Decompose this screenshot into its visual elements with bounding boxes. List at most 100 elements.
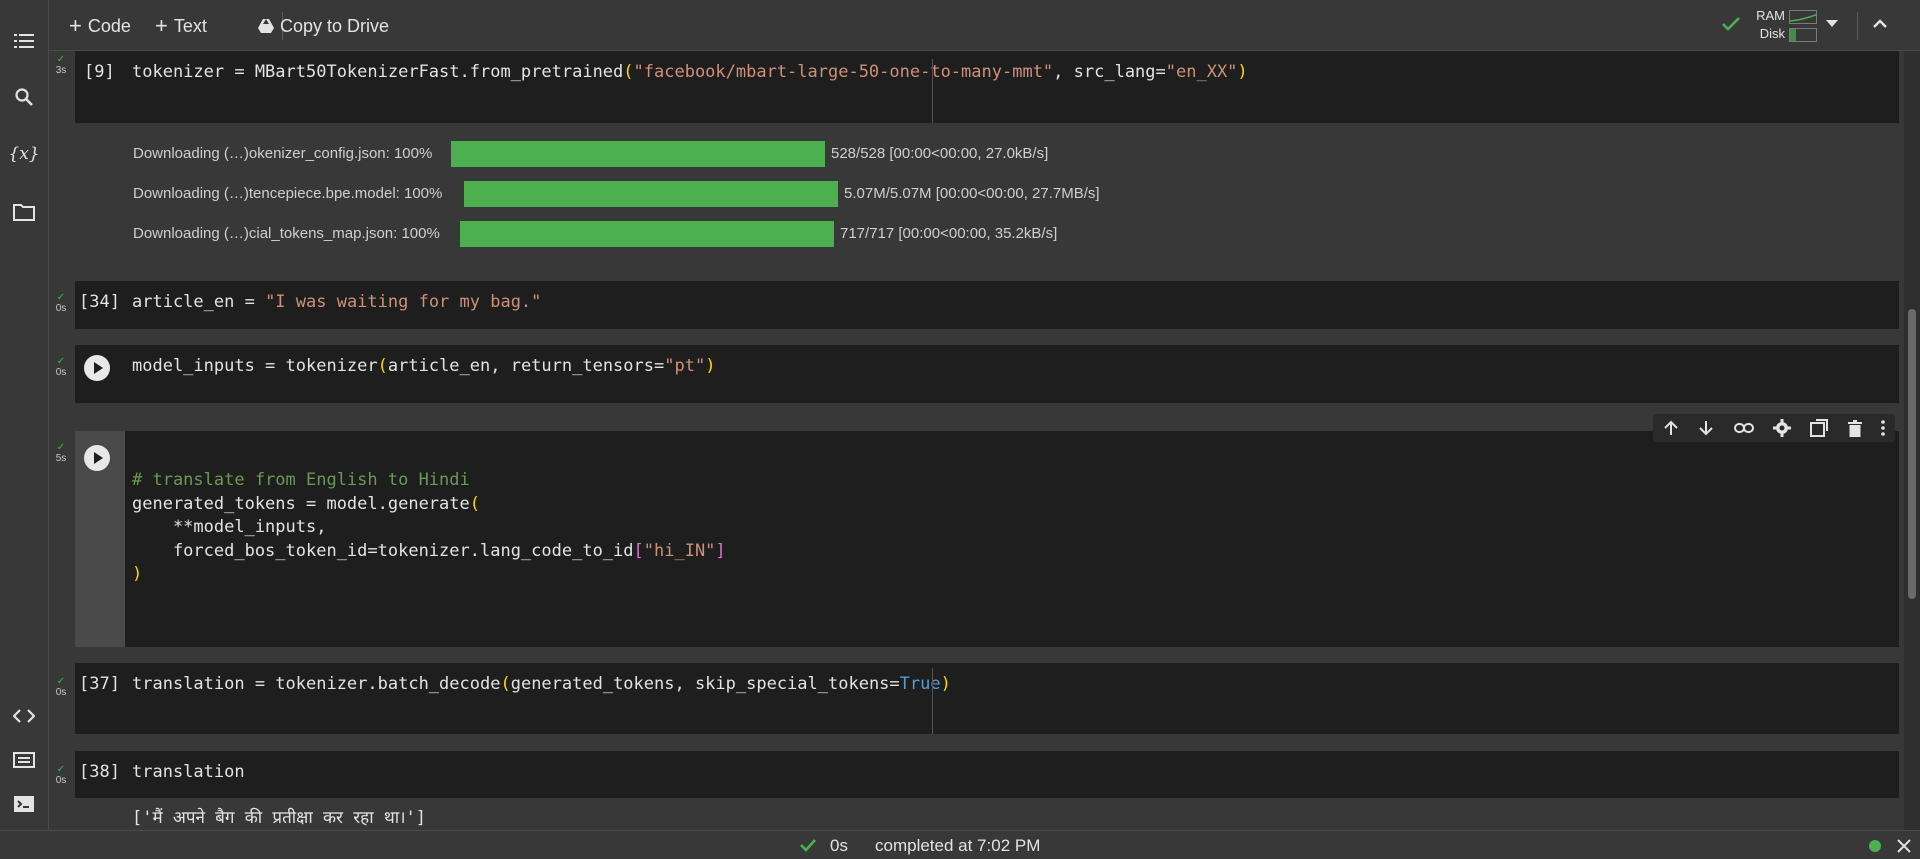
code-text: generated_tokens = model.generate [132,493,470,514]
variables-icon[interactable]: {x} [8,142,39,166]
code-cell[interactable]: [34] article_en = "I was waiting for my … [75,281,1899,329]
settings-gear-icon[interactable] [1772,419,1791,437]
mirror-cell-tab-icon[interactable] [1810,419,1829,437]
download-stats: 717/717 [00:00<00:00, 35.2kB/s] [840,225,1058,242]
move-down-arrow-icon[interactable] [1698,420,1714,436]
left-sidebar: {x} [0,0,49,830]
cell-exec-time: 0s [55,367,67,378]
code-line[interactable]: translation [132,762,245,782]
execution-completed-time[interactable]: completed at 7:02 PM [875,836,1040,856]
download-label: Downloading (…)cial_tokens_map.json: 100… [133,225,440,242]
cell-exec-time: 5s [55,453,67,464]
close-icon[interactable] [1897,839,1911,853]
notebook-area: ✓ 3s [9] tokenizer = MBart50TokenizerFast… [49,51,1904,830]
connected-check-icon [1722,17,1740,31]
cell-output-text: ['मैं अपने बैग की प्रतीक्षा कर रहा था।'] [132,808,427,828]
code-text: **model_inputs, [132,517,327,537]
code-text: article_en = [132,292,266,312]
table-of-contents-icon[interactable] [12,29,36,53]
code-line[interactable]: tokenizer = MBart50TokenizerFast.from_pr… [132,62,1248,82]
resources-dropdown-icon[interactable] [1826,20,1838,28]
progress-bar [464,181,838,207]
download-stats: 5.07M/5.07M [00:00<00:00, 27.7MB/s] [844,185,1100,202]
execution-success-check-icon [800,839,816,852]
command-palette-icon[interactable] [12,748,36,772]
execution-count: [9] [84,62,115,82]
code-text: article_en, return_tensors= [387,356,665,376]
run-cell-button[interactable] [84,355,110,381]
ram-label: RAM [1756,8,1785,23]
execution-count: [37] [79,674,120,694]
download-label: Downloading (…)okenizer_config.json: 100… [133,145,433,162]
plus-icon: + [69,13,82,38]
cell-status: ✓ 3s [55,54,67,76]
disk-meter [1789,28,1817,42]
download-stats: 528/528 [00:00<00:00, 27.0kB/s] [831,145,1049,162]
progress-bar [460,221,834,247]
code-text: model_inputs = tokenizer [132,356,378,376]
code-comment: # translate from English to Hindi [132,470,470,490]
search-icon[interactable] [12,85,36,109]
progress-bar [451,141,825,167]
code-snippets-icon[interactable] [12,704,36,728]
code-keyword: True [899,674,941,694]
terminal-icon[interactable] [12,792,36,816]
code-text: generated_tokens, skip_special_tokens= [510,674,900,694]
link-icon[interactable] [1733,422,1754,434]
notebook-toolbar: + Code + Text Copy to Drive RAM Disk [49,0,1920,51]
cell-exec-time: 0s [55,303,67,314]
copy-to-drive-label: Copy to Drive [280,15,390,36]
cell-exec-time: 3s [55,65,67,76]
cell-action-toolbar [1653,414,1895,442]
code-string: "pt" [664,356,706,376]
code-cell[interactable]: model_inputs = tokenizer(article_en, ret… [75,345,1899,403]
connection-status-dot [1869,840,1881,852]
scrollbar-thumb[interactable] [1908,309,1916,599]
plus-icon: + [155,13,168,38]
move-up-arrow-icon[interactable] [1663,420,1679,436]
code-block[interactable]: # translate from English to Hindi generat… [132,469,726,587]
code-cell[interactable]: [9] tokenizer = MBart50TokenizerFast.fro… [75,51,1899,123]
run-cell-button[interactable] [84,445,110,471]
toolbar-divider [1857,12,1858,40]
collapse-chevron-up-icon[interactable] [1872,19,1888,29]
code-cell[interactable]: [38] translation [75,751,1899,798]
code-cell[interactable]: [37] translation = tokenizer.batch_decod… [75,663,1899,734]
code-cell-focused[interactable]: # translate from English to Hindi generat… [75,431,1899,647]
delete-trash-icon[interactable] [1847,419,1862,437]
cell-status: ✓ 0s [55,356,67,378]
code-string: "I was waiting for my bag." [265,292,542,312]
add-code-label: Code [87,15,131,36]
cell-status: ✓ 0s [55,764,67,786]
execution-duration: 0s [830,836,848,855]
cell-status: ✓ 5s [55,442,67,464]
copy-to-drive-button[interactable]: Copy to Drive [258,14,389,38]
code-string: "facebook/mbart-large-50-one-to-many-mmt… [633,62,1054,82]
code-text: forced_bos_token_id=tokenizer.lang_code_… [132,540,634,561]
execution-count: [38] [79,762,120,782]
ram-meter [1789,10,1817,24]
cell-exec-time: 0s [55,687,67,698]
cell-exec-time: 0s [55,775,67,786]
status-bar: 0s completed at 7:02 PM [0,830,1920,859]
notebook-scrollbar[interactable] [1904,51,1920,830]
code-line[interactable]: translation = tokenizer.batch_decode(gen… [132,674,951,694]
code-line[interactable]: model_inputs = tokenizer(article_en, ret… [132,356,715,376]
code-line[interactable]: article_en = "I was waiting for my bag." [132,292,541,312]
cell-status: ✓ 0s [55,292,67,314]
code-text: tokenizer = MBart50TokenizerFast.from_pr… [132,62,624,82]
code-string: "en_XX" [1165,62,1238,82]
code-string: "hi_IN" [643,540,716,561]
execution-count: [34] [79,292,120,312]
more-options-icon[interactable] [1881,420,1886,436]
add-text-button[interactable]: + Text [155,13,207,38]
cell-status: ✓ 0s [55,676,67,698]
files-folder-icon[interactable] [12,200,36,224]
download-label: Downloading (…)tencepiece.bpe.model: 100… [133,185,443,202]
drive-icon [258,19,274,33]
code-text: , src_lang= [1053,62,1166,82]
add-text-label: Text [173,15,207,36]
disk-label: Disk [1759,26,1785,41]
code-text: translation = tokenizer.batch_decode [132,674,501,694]
add-code-button[interactable]: + Code [69,13,131,38]
